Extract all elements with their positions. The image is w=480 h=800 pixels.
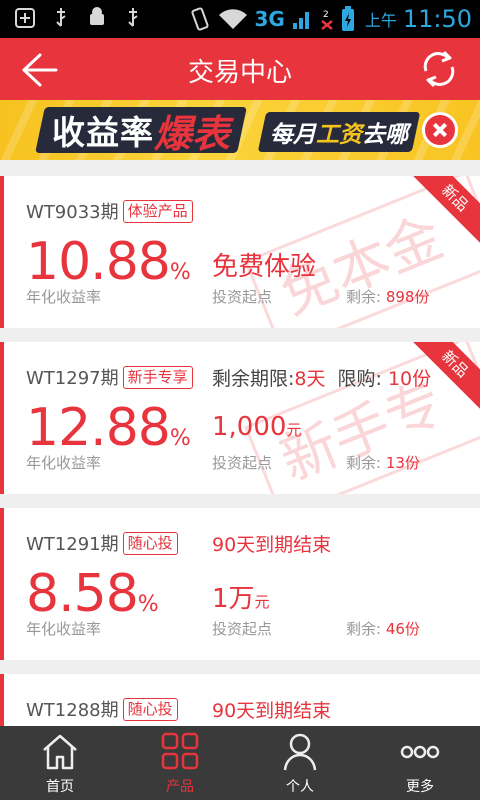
amount-label: 投资起点: [212, 454, 273, 472]
product-remaining: 剩余: 13份: [346, 454, 420, 472]
rate-label: 年化收益率: [26, 454, 102, 472]
banner-close-icon[interactable]: [422, 112, 458, 148]
person-icon: [283, 733, 317, 771]
android-icon: [86, 7, 108, 29]
product-tag: 体验产品: [122, 199, 193, 223]
product-card-1[interactable]: 免本金 WT9033期 体验产品 10.88% 年化收益率 免费体验 投资起点 …: [0, 176, 480, 328]
more-icon: [400, 745, 440, 759]
status-left-icons: [14, 7, 144, 29]
product-rate: 8.58%: [26, 564, 159, 624]
product-amount: 免费体验: [212, 252, 317, 282]
nav-label: 首页: [46, 779, 74, 795]
signal-icon: [292, 12, 309, 29]
product-period-row: WT9033期 体验产品: [26, 198, 193, 224]
product-amount: 1,000元: [212, 412, 302, 442]
product-rate: 12.88%: [26, 398, 191, 458]
home-icon: [43, 734, 77, 770]
rate-label: 年化收益率: [26, 288, 102, 306]
product-tag: 新手专享: [122, 365, 193, 389]
grid-icon: [161, 732, 199, 770]
amount-label: 投资起点: [212, 620, 273, 638]
network-type: 3G: [254, 7, 285, 31]
product-tag: 随心投: [122, 531, 178, 555]
product-period-row: WT1288期 随心投: [26, 696, 178, 722]
add-notification-icon: [14, 7, 36, 29]
product-period-row: WT1297期 新手专享: [26, 364, 193, 390]
banner-subline: 每月 工资 去哪: [257, 112, 421, 152]
wifi-icon: [219, 9, 248, 29]
title-bar: 交易中心: [0, 38, 480, 100]
product-period-row: WT1291期 随心投: [26, 530, 178, 556]
usb-icon: [50, 7, 72, 29]
nav-label: 个人: [286, 779, 314, 795]
usb-icon-2: [122, 7, 144, 29]
product-rate: 10.88%: [26, 232, 191, 292]
product-info: 90天到期结束: [212, 700, 332, 722]
product-period: WT1297期: [26, 368, 119, 389]
clock: 11:50: [402, 5, 472, 33]
status-bar: 3G 2 上午 11:50: [0, 0, 480, 38]
nav-label: 产品: [166, 779, 194, 795]
product-info: 剩余期限:8天 限购: 10份: [212, 368, 432, 390]
nav-home[interactable]: 首页: [0, 726, 120, 800]
product-tag: 随心投: [122, 697, 178, 721]
nav-more[interactable]: 更多: [360, 726, 480, 800]
product-period: WT1288期: [26, 700, 119, 721]
vibrate-icon: [191, 7, 210, 31]
product-remaining: 剩余: 898份: [346, 288, 430, 306]
product-info: 90天到期结束: [212, 534, 332, 556]
bottom-nav: 首页 产品 个人 更多: [0, 726, 480, 800]
product-period: WT9033期: [26, 202, 119, 223]
product-card-3[interactable]: WT1291期 随心投 90天到期结束 8.58% 年化收益率 1万元 投资起点…: [0, 508, 480, 660]
refresh-button[interactable]: [420, 49, 458, 89]
data-alert-icon: 2: [321, 10, 333, 30]
product-remaining: 剩余: 46份: [346, 620, 420, 638]
nav-personal[interactable]: 个人: [240, 726, 360, 800]
svg-text:2: 2: [323, 10, 329, 20]
banner-text-part1: 收益率: [52, 113, 154, 152]
product-card-2[interactable]: 新手专享 WT1297期 新手专享 剩余期限:8天 限购: 10份 12.88% …: [0, 342, 480, 494]
banner-right-text-a: 每月: [270, 122, 316, 148]
promo-banner[interactable]: 收益率 爆表 每月 工资 去哪: [0, 100, 480, 160]
nav-label: 更多: [406, 779, 434, 795]
battery-icon: [341, 6, 354, 31]
product-period: WT1291期: [26, 534, 119, 555]
banner-right-text-b: 工资: [316, 122, 362, 148]
banner-headline: 收益率 爆表: [35, 107, 247, 156]
ampm-label: 上午: [364, 11, 397, 30]
banner-right-text-c: 去哪: [362, 122, 408, 148]
status-right-icons: 3G 2 上午 11:50: [188, 4, 472, 34]
refresh-icon: [423, 50, 455, 88]
banner-text-part2: 爆表: [154, 111, 231, 156]
nav-products[interactable]: 产品: [120, 726, 240, 800]
amount-label: 投资起点: [212, 288, 273, 306]
product-amount: 1万元: [212, 584, 270, 614]
rate-label: 年化收益率: [26, 620, 102, 638]
page-title: 交易中心: [187, 58, 292, 88]
